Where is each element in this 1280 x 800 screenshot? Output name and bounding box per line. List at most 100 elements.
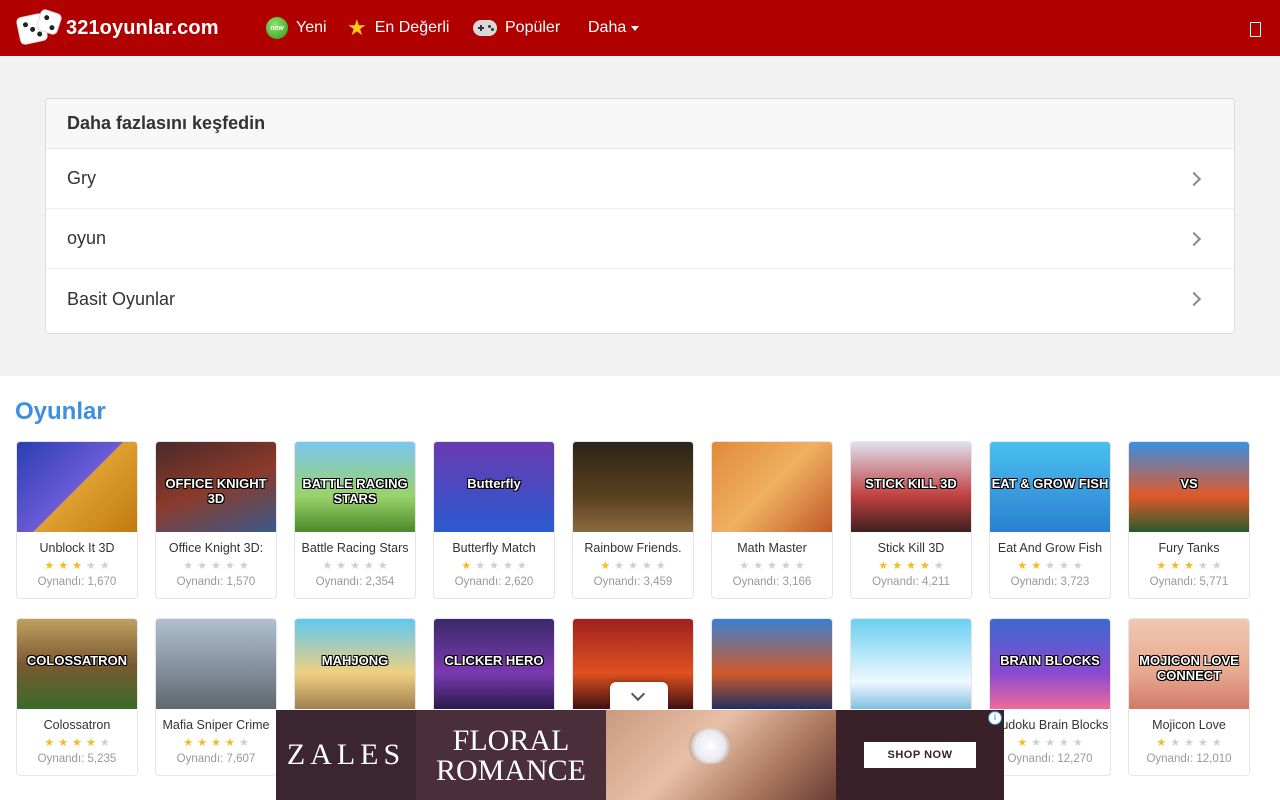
game-card[interactable]: COLOSSATRON Colossatron ★★★★★ Oynandı: 5,23… — [16, 618, 138, 776]
star-icon: ★ — [794, 560, 809, 572]
rating-stars: ★★★★★ — [434, 561, 554, 572]
game-name: Eat And Grow Fish — [997, 541, 1103, 555]
play-count: Oynandı: 4,211 — [872, 576, 950, 588]
game-name: Mojicon Love — [1152, 718, 1226, 732]
star-icon: ★ — [1184, 560, 1198, 572]
top-navbar: 321oyunlar.com new Yeni ★ En Değerli Pop… — [0, 0, 1280, 56]
explore-item-basit-oyunlar[interactable]: Basit Oyunlar — [46, 269, 1234, 329]
nav-popular-label: Popüler — [505, 19, 561, 36]
game-card[interactable]: Rainbow Friends. ★★★★★ Oynandı: 3,459 — [572, 441, 694, 599]
play-count: Oynandı: 3,723 — [1010, 576, 1090, 588]
game-card[interactable]: Butterfly Butterfly Match ★★★★★ Oynandı: 2,… — [433, 441, 555, 599]
play-count: Oynandı: 7,607 — [176, 753, 256, 765]
star-icon: ★ — [1211, 737, 1226, 749]
shop-now-button[interactable]: SHOP NOW — [863, 742, 977, 768]
star-icon: ★ — [1211, 560, 1226, 572]
explore-item-gry[interactable]: Gry — [46, 149, 1234, 209]
rating-stars: ★★★★★ — [17, 561, 137, 572]
nav-top-rated[interactable]: ★ En Değerli — [347, 16, 449, 40]
star-icon: ★ — [892, 560, 907, 572]
game-card[interactable]: EAT & GROW FISH Eat And Grow Fish ★★★★★ Oyn… — [989, 441, 1111, 599]
rating-stars: ★★★★★ — [851, 561, 971, 572]
star-icon: ★ — [350, 560, 364, 572]
rating-stars: ★★★★★ — [1129, 738, 1249, 749]
star-icon: ★ — [906, 560, 920, 572]
star-icon: ★ — [183, 560, 198, 572]
star-icon: ★ — [322, 560, 337, 572]
play-count: Oynandı: 3,459 — [593, 576, 673, 588]
game-thumbnail: STICK KILL 3D — [851, 442, 971, 532]
nav-popular[interactable]: Popüler — [473, 16, 560, 40]
ad-headline-line1: FLORAL — [452, 724, 570, 757]
game-thumbnail-title: CLICKER HERO — [444, 653, 544, 668]
play-count: Oynandı: 3,166 — [732, 576, 812, 588]
star-icon: ★ — [197, 737, 212, 749]
game-name: Unblock It 3D — [39, 541, 115, 555]
gamepad-icon — [473, 20, 497, 36]
game-thumbnail — [712, 442, 832, 532]
game-thumbnail: OFFICE KNIGHT 3D — [156, 442, 276, 532]
nav-new-label: Yeni — [296, 19, 327, 36]
star-icon: ★ — [780, 560, 795, 572]
ad-banner[interactable]: ZALES FLORAL ROMANCE SHOP NOW — [276, 710, 1004, 800]
game-card[interactable]: BRAIN BLOCKS Sudoku Brain Blocks ★★★★★ Oyna… — [989, 618, 1111, 776]
game-thumbnail-title: Butterfly — [467, 476, 521, 491]
play-count: Oynandı: 5,235 — [37, 753, 117, 765]
ad-info-icon[interactable]: i — [988, 711, 1002, 725]
star-icon: ★ — [197, 560, 212, 572]
star-icon: ★ — [767, 560, 781, 572]
game-name: Mafia Sniper Crime — [162, 718, 270, 732]
game-card[interactable]: BATTLE RACING STARS Battle Racing Stars ★★… — [294, 441, 416, 599]
game-thumbnail: CLICKER HERO — [434, 619, 554, 709]
game-thumbnail-title: MAHJONG — [321, 653, 389, 668]
play-count: Oynandı: 1,570 — [176, 576, 256, 588]
star-icon: ★ — [211, 560, 225, 572]
star-icon: ★ — [1072, 560, 1087, 572]
rating-stars: ★★★★★ — [295, 561, 415, 572]
brand-name: 321oyunlar.com — [66, 16, 219, 39]
game-name: Battle Racing Stars — [301, 541, 409, 555]
star-icon: ★ — [1072, 737, 1087, 749]
star-icon: ★ — [1197, 560, 1212, 572]
game-card[interactable]: Mafia Sniper Crime ★★★★★ Oynandı: 7,607 — [155, 618, 277, 776]
star-icon: ★ — [58, 560, 73, 572]
ad-headline-line2: ROMANCE — [435, 754, 586, 787]
ad-brand: ZALES — [276, 710, 416, 800]
ad-collapse-button[interactable] — [610, 682, 668, 710]
game-thumbnail-title: COLOSSATRON — [26, 653, 128, 668]
star-icon: ★ — [72, 737, 86, 749]
explore-card: Daha fazlasını keşfedin Gry oyun Basit O… — [45, 98, 1235, 334]
game-card[interactable]: Unblock It 3D ★★★★★ Oynandı: 1,670 — [16, 441, 138, 599]
star-icon: ★ — [377, 560, 392, 572]
nav-new[interactable]: new Yeni — [266, 16, 327, 40]
rating-stars: ★★★★★ — [573, 561, 693, 572]
nav-more-dropdown[interactable]: Daha — [588, 16, 640, 40]
star-icon: ★ — [739, 560, 754, 572]
game-card[interactable]: OFFICE KNIGHT 3D Office Knight 3D: ★★★★★ Oy… — [155, 441, 277, 599]
star-icon: ★ — [1017, 560, 1032, 572]
game-thumbnail: COLOSSATRON — [17, 619, 137, 709]
star-icon: ★ — [614, 560, 629, 572]
star-icon: ★ — [1045, 737, 1059, 749]
star-icon: ★ — [1170, 560, 1185, 572]
explore-item-oyun[interactable]: oyun — [46, 209, 1234, 269]
games-title: Oyunlar — [15, 398, 106, 425]
star-icon: ★ — [224, 737, 239, 749]
star-icon: ★ — [85, 737, 100, 749]
game-card[interactable]: VS Fury Tanks ★★★★★ Oynandı: 5,771 — [1128, 441, 1250, 599]
brand-logo[interactable]: 321oyunlar.com — [15, 8, 219, 47]
rating-stars: ★★★★★ — [990, 561, 1110, 572]
game-card[interactable]: MOJICON LOVE CONNECT Mojicon Love ★★★★★ Oyn… — [1128, 618, 1250, 776]
play-count: Oynandı: 12,270 — [1007, 753, 1093, 765]
explore-item-label: Gry — [67, 168, 96, 188]
caret-down-icon — [631, 25, 640, 31]
game-card[interactable]: STICK KILL 3D Stick Kill 3D ★★★★★ Oynandı: … — [850, 441, 972, 599]
game-name: Colossatron — [43, 718, 111, 732]
game-thumbnail-title: OFFICE KNIGHT 3D — [165, 476, 267, 506]
game-card[interactable]: Math Master ★★★★★ Oynandı: 3,166 — [711, 441, 833, 599]
chevron-right-icon — [1186, 291, 1202, 307]
menu-toggle-icon[interactable] — [1250, 22, 1261, 37]
star-icon: ★ — [1058, 560, 1073, 572]
star-icon: ★ — [1017, 737, 1032, 749]
game-name: Stick Kill 3D — [877, 541, 945, 555]
